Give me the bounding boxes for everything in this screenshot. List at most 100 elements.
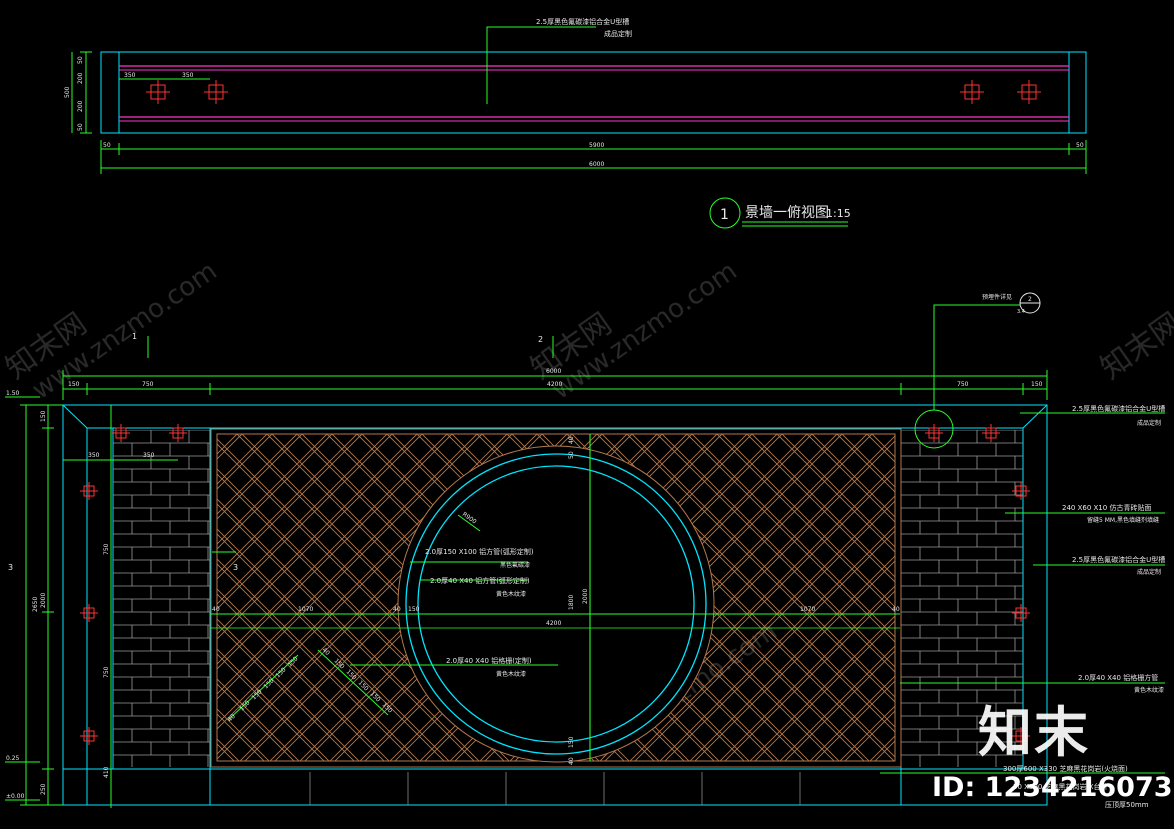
top-plan-view: 2.5厚黑色氟碳漆铝合金U型槽 成品定制 350 350 50 5900 50 … [64, 17, 1087, 174]
top-side-dim-2: 200 [77, 72, 84, 84]
left-dim-5: 750 [103, 666, 110, 678]
section-mark-3b: 3 [233, 563, 238, 572]
center-dim-total: 4200 [546, 620, 561, 627]
lattice-bar [0, 434, 122, 764]
top-dim-2: 350 [182, 72, 194, 79]
level-3: ±0.00 [6, 793, 25, 800]
top-dim-1: 350 [124, 72, 136, 79]
left-dim-2: 2650 [32, 597, 39, 612]
lattice-bar [1167, 434, 1174, 764]
diag-dim-text: 150 [369, 690, 382, 703]
lattice-bar [1142, 434, 1174, 764]
lattice-bar [1077, 434, 1174, 764]
lattice-bar [1112, 434, 1174, 764]
diag-dim-text: 150 [250, 688, 263, 701]
anchor-marks [146, 80, 1041, 104]
view-title: 1 景墙一俯视图 1:15 [709, 197, 851, 229]
vdim-2: 50 [568, 451, 575, 459]
center-label-2b: 黄色木纹漆 [496, 590, 526, 598]
title-text: 景墙一俯视图 [745, 205, 829, 221]
top-dim-bottom-3: 50 [1076, 142, 1084, 149]
center-dim-3: 40 [393, 606, 401, 613]
top-dim-bottom-1: 50 [103, 142, 111, 149]
inner-dim-1: 350 [88, 452, 100, 459]
top-side-dim-total: 500 [64, 86, 71, 98]
section-mark-3: 3 [8, 563, 13, 572]
right-label-4: 2.0厚40 X40 铝格栅方管 [1078, 673, 1158, 682]
top-callout-text: 2.5厚黑色氟碳漆铝合金U型槽 [536, 17, 629, 26]
watermark-cn-3: 知末网 [1095, 306, 1174, 386]
lattice-bar [1137, 434, 1174, 764]
lattice-bar [0, 434, 27, 764]
vdim-7: 40 [568, 757, 575, 765]
elev-dim-3: 4200 [547, 381, 562, 388]
left-dim-1: 150 [40, 410, 47, 422]
lattice-bar [0, 434, 32, 764]
center-label-3: 2.0厚40 X40 铝格栅(定制) [446, 656, 532, 665]
center-dim-6: 40 [892, 606, 900, 613]
vdim-5: 2000 [582, 589, 589, 604]
right-label-4b: 黄色木纹漆 [1134, 686, 1164, 694]
lattice-bar [1107, 434, 1174, 764]
left-dim-7: 250 [40, 783, 47, 795]
center-dim-1: 40 [212, 606, 220, 613]
detail-callout-text: 预埋件详见 [982, 293, 1012, 301]
lattice-bar [1082, 434, 1174, 764]
diag-dim-text: 150 [333, 657, 346, 670]
top-callout-sub: 成品定制 [604, 29, 632, 38]
center-dim-5: 1070 [800, 606, 815, 613]
center-label-3b: 黄色木纹漆 [496, 670, 526, 678]
elev-dim-2: 750 [142, 381, 154, 388]
lattice-bar [0, 434, 2, 764]
section-mark-1: 1 [132, 332, 137, 341]
lattice-bar [1107, 434, 1174, 764]
top-dim-bottom-2: 5900 [589, 142, 604, 149]
lattice-bar [0, 434, 117, 764]
inner-dim-2: 350 [143, 452, 155, 459]
watermark-brand: 知末 [978, 701, 1090, 764]
right-label-1: 2.5厚黑色氟碳漆铝合金U型槽 [1072, 404, 1165, 413]
diag-dim-text: 150 [274, 666, 287, 679]
level-1: 1.50 [6, 390, 20, 397]
lattice-bar [0, 434, 62, 764]
lattice-bar [1112, 434, 1174, 764]
moon-gate-outer-brown [397, 445, 715, 763]
ground-paving [309, 772, 801, 805]
lattice-bar [1082, 434, 1174, 764]
center-label-1b: 黑色氟碳漆 [500, 561, 530, 569]
top-side-dim-3: 200 [77, 100, 84, 112]
right-label-1b: 成品定制 [1137, 419, 1161, 427]
elev-dim-1: 150 [68, 381, 80, 388]
title-scale: 1:15 [826, 207, 851, 220]
detail-callout-leader [933, 304, 1020, 410]
diag-dim-text: 40 [226, 713, 236, 723]
lattice-bar [0, 434, 122, 764]
elev-dim-4: 750 [957, 381, 969, 388]
diag-dim-text: 150 [357, 679, 370, 692]
lattice-bar [0, 434, 117, 764]
left-dim-6: 410 [103, 766, 110, 778]
center-label-2: 2.0厚40 X40 铝方管(弧形定制) [430, 576, 530, 585]
center-dim-2: 1070 [298, 606, 313, 613]
right-label-3: 2.5厚黑色氟碳漆铝合金U型槽 [1072, 555, 1165, 564]
diag-dim-text: 150 [238, 699, 251, 712]
top-side-dim-4: 50 [77, 123, 84, 131]
watermark-id: ID: 1234216073 [932, 772, 1173, 803]
level-2: 0.25 [6, 755, 20, 762]
detail-bubble-sub: 3.4 [1017, 309, 1025, 315]
lattice-bar [0, 434, 2, 764]
elev-dim-5: 150 [1031, 381, 1043, 388]
diag-dim-text: 40 [321, 646, 331, 656]
diag-dim-text: 150 [262, 677, 275, 690]
vdim-1: 40 [568, 436, 575, 444]
left-dim-4: 750 [103, 543, 110, 555]
elev-dim-total: 6000 [546, 368, 561, 375]
top-dim-total: 6000 [589, 161, 604, 168]
center-dim-4: 150 [408, 606, 420, 613]
lattice-bar [1077, 434, 1174, 764]
lattice-bar [0, 434, 27, 764]
lattice-bar [1137, 434, 1174, 764]
right-label-2b: 留缝5 MM,黑色填缝剂填缝 [1087, 516, 1159, 524]
detail-bubble-number: 2 [1028, 296, 1032, 303]
vdim-4: 1800 [568, 595, 575, 610]
